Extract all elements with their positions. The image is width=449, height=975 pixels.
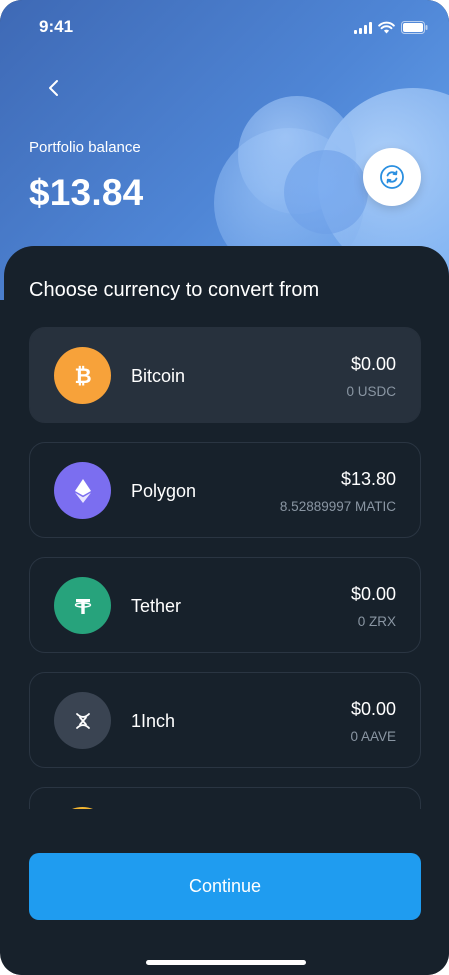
status-time: 9:41 — [39, 17, 74, 36]
chevron-left-icon — [49, 80, 58, 96]
currency-name: 1Inch — [131, 711, 176, 731]
currency-item-tether[interactable]: Tether $0.00 0 ZRX — [29, 557, 421, 653]
phone-screen: 9:41 Portfolio balance $13.84 Choose cur… — [0, 0, 449, 975]
wifi-icon — [378, 21, 395, 34]
status-bar: 9:41 — [0, 0, 449, 56]
currency-list[interactable]: ₿ Bitcoin $0.00 0 USDC Polygon $13.80 8.… — [29, 327, 421, 809]
back-button[interactable] — [40, 74, 68, 102]
currency-amount: 0 AAVE — [350, 729, 396, 744]
currency-name: Bitcoin — [131, 366, 186, 386]
home-indicator — [146, 960, 306, 965]
currency-item-1inch[interactable]: 1Inch $0.00 0 AAVE — [29, 672, 421, 768]
coin-icon — [54, 807, 111, 809]
battery-icon — [401, 21, 428, 34]
currency-fiat-value: $0.00 — [350, 699, 396, 719]
signal-icon — [354, 22, 372, 34]
refresh-icon — [380, 165, 404, 189]
currency-name: Polygon — [131, 481, 197, 501]
1inch-icon — [54, 692, 111, 749]
currency-amount: 0 ZRX — [357, 614, 396, 629]
continue-button[interactable]: Continue — [29, 853, 421, 920]
currency-sheet: Choose currency to convert from ₿ Bitcoi… — [4, 246, 449, 975]
currency-fiat-value: $0.00 — [350, 354, 396, 374]
currency-fiat-value: $0.00 — [350, 584, 396, 604]
balance-value: $13.84 — [29, 172, 144, 213]
bitcoin-icon: ₿ — [54, 347, 111, 404]
currency-fiat-value: $13.80 — [340, 469, 396, 489]
currency-item-partial[interactable] — [29, 787, 421, 809]
currency-name: Tether — [131, 596, 182, 616]
refresh-button[interactable] — [363, 148, 421, 206]
status-icons — [354, 20, 428, 34]
tether-icon — [54, 577, 111, 634]
currency-amount: 0 USDC — [346, 384, 396, 399]
currency-item-polygon[interactable]: Polygon $13.80 8.52889997 MATIC — [29, 442, 421, 538]
currency-item-bitcoin[interactable]: ₿ Bitcoin $0.00 0 USDC — [29, 327, 421, 423]
balance-label: Portfolio balance — [29, 139, 141, 156]
decorative-blob — [284, 150, 368, 234]
currency-amount: 8.52889997 MATIC — [279, 499, 396, 514]
sheet-title: Choose currency to convert from — [29, 279, 320, 301]
ethereum-icon — [54, 462, 111, 519]
svg-text:₿: ₿ — [74, 364, 91, 388]
